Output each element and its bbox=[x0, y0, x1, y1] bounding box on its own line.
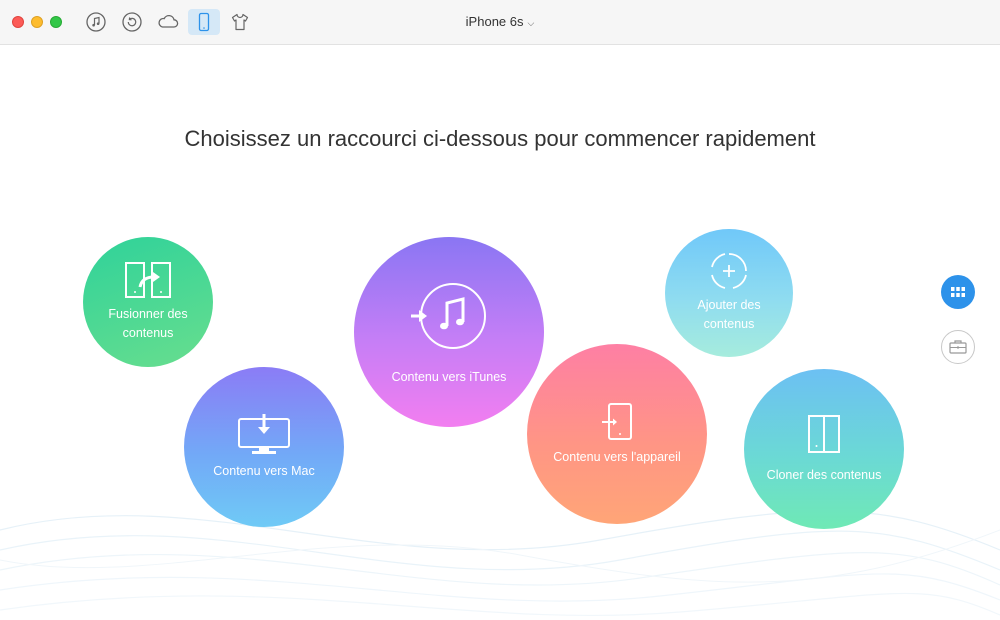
merge-content-label: Fusionner des contenus bbox=[108, 307, 188, 340]
content-to-itunes-label: Contenu vers iTunes bbox=[391, 369, 507, 384]
backup-restore-icon bbox=[122, 12, 142, 32]
add-content-label: Ajouter des contenus bbox=[697, 298, 761, 331]
device-selector-wrapper: iPhone 6s ⌵ bbox=[0, 14, 1000, 29]
content-to-itunes-shortcut[interactable]: Contenu vers iTunes bbox=[354, 237, 544, 427]
grid-icon bbox=[951, 287, 965, 297]
title-bar: iPhone 6s ⌵ bbox=[0, 0, 1000, 45]
device-selector[interactable]: iPhone 6s ⌵ bbox=[466, 14, 535, 29]
device-name: iPhone 6s bbox=[465, 14, 524, 29]
content-to-mac-label: Contenu vers Mac bbox=[213, 463, 315, 478]
iphone-icon bbox=[198, 12, 210, 32]
toolbar-backup-button[interactable] bbox=[116, 9, 148, 35]
add-content-shortcut[interactable]: Ajouter des contenus bbox=[665, 229, 793, 357]
clone-content-label: Cloner des contenus bbox=[766, 467, 882, 482]
content-to-device-shortcut[interactable]: Contenu vers l'appareil bbox=[527, 344, 707, 524]
monitor-download-icon bbox=[238, 413, 290, 454]
tshirt-icon bbox=[231, 13, 249, 31]
toolbox-view-button[interactable] bbox=[941, 330, 975, 364]
clone-device-icon bbox=[808, 414, 840, 453]
content-to-device-label: Contenu vers l'appareil bbox=[553, 449, 681, 464]
content-to-mac-shortcut[interactable]: Contenu vers Mac bbox=[184, 367, 344, 527]
toolbar-icloud-button[interactable] bbox=[152, 9, 184, 35]
page-title: Choisissez un raccourci ci-dessous pour … bbox=[184, 126, 816, 151]
toolbar-device-button[interactable] bbox=[188, 9, 220, 35]
itunes-transfer-icon bbox=[411, 282, 486, 349]
clone-content-shortcut[interactable]: Cloner des contenus bbox=[744, 369, 904, 529]
cloud-icon bbox=[158, 14, 179, 28]
window-zoom-button[interactable] bbox=[50, 16, 62, 28]
grid-view-button[interactable] bbox=[941, 275, 975, 309]
merge-icon bbox=[125, 262, 171, 298]
toolbar-toolkit-button[interactable] bbox=[224, 9, 256, 35]
chevron-down-icon: ⌵ bbox=[527, 18, 535, 28]
toolbar-itunes-library-button[interactable] bbox=[80, 9, 112, 35]
window-close-button[interactable] bbox=[12, 16, 24, 28]
music-note-icon bbox=[86, 12, 106, 32]
add-target-icon bbox=[711, 253, 747, 289]
merge-content-shortcut[interactable]: Fusionner des contenus bbox=[83, 237, 213, 367]
window-minimize-button[interactable] bbox=[31, 16, 43, 28]
device-import-icon bbox=[602, 402, 632, 440]
toolbox-icon bbox=[949, 340, 967, 354]
